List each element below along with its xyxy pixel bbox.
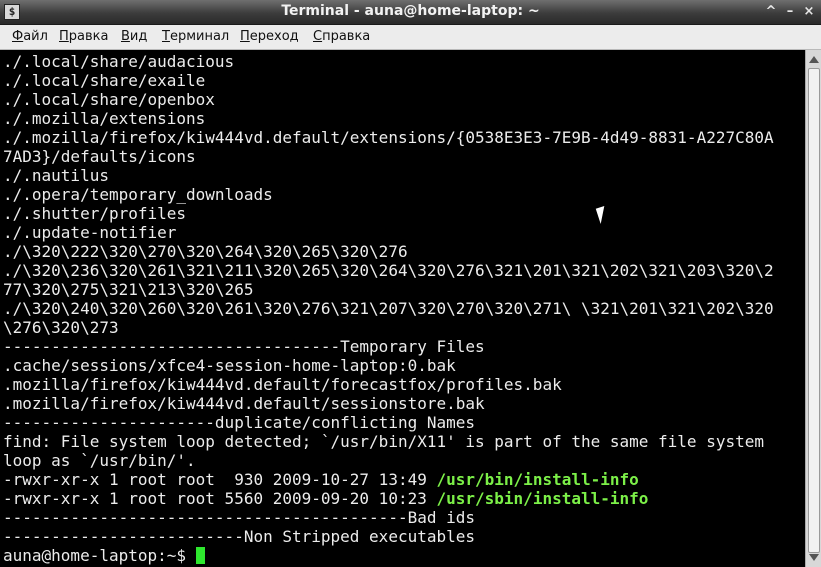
scrollbar-thumb[interactable]: [808, 68, 820, 553]
prompt-line[interactable]: auna@home-laptop:~$: [3, 546, 205, 565]
terminal-output[interactable]: ./.local/share/audacious ./.local/share/e…: [0, 50, 805, 567]
terminal-line: -------------------------Non Stripped ex…: [3, 527, 476, 546]
menu-bar: Файл Правка Вид Терминал Переход Справка: [0, 25, 821, 50]
terminal-window: $ Terminal - auna@home-laptop: ~ ^ – × Ф…: [0, 0, 821, 567]
terminal-line: ./\320\240\320\260\320\261\320\276\321\2…: [3, 299, 774, 318]
terminal-line: ./.local/share/openbox: [3, 90, 215, 109]
terminal-line: ./.local/share/exaile: [3, 71, 206, 90]
scroll-up-arrow-icon[interactable]: [809, 56, 819, 63]
terminal-line: loop as `/usr/bin/'.: [3, 451, 196, 470]
executable-path-link[interactable]: /usr/sbin/install-info: [436, 489, 648, 508]
window-title: Terminal - auna@home-laptop: ~: [281, 3, 540, 19]
shade-button[interactable]: ^: [762, 3, 780, 21]
terminal-line: ./\320\236\320\261\321\211\320\265\320\2…: [3, 261, 774, 280]
terminal-line: \276\320\273: [3, 318, 119, 337]
text-cursor: [195, 547, 205, 564]
terminal-line: -----------------------------------Tempo…: [3, 337, 485, 356]
terminal-line: ./\320\222\320\270\320\264\320\265\320\2…: [3, 242, 408, 261]
menu-file[interactable]: Файл: [12, 29, 48, 44]
menu-help[interactable]: Справка: [313, 29, 370, 44]
terminal-line: .mozilla/firefox/kiw444vd.default/foreca…: [3, 375, 562, 394]
terminal-line: ./.update-notifier: [3, 223, 177, 242]
terminal-line: ----------------------duplicate/conflict…: [3, 413, 476, 432]
terminal-line: 7AD3}/defaults/icons: [3, 147, 196, 166]
scroll-down-arrow-icon[interactable]: [809, 554, 819, 561]
title-bar[interactable]: $ Terminal - auna@home-laptop: ~ ^ – ×: [0, 0, 821, 25]
menu-go[interactable]: Переход: [240, 29, 299, 44]
menu-edit[interactable]: Правка: [59, 29, 108, 44]
menu-view[interactable]: Вид: [121, 29, 147, 44]
menu-terminal[interactable]: Терминал: [162, 29, 229, 44]
terminal-line: -rwxr-xr-x 1 root root 5560 2009-09-20 1…: [3, 489, 648, 508]
terminal-line: ./.opera/temporary_downloads: [3, 185, 273, 204]
terminal-line: find: File system loop detected; `/usr/b…: [3, 432, 764, 451]
terminal-line: 77\320\275\321\213\320\265: [3, 280, 254, 299]
close-button[interactable]: ×: [800, 3, 818, 21]
terminal-line: .mozilla/firefox/kiw444vd.default/sessio…: [3, 394, 485, 413]
executable-path-link[interactable]: /usr/bin/install-info: [436, 470, 638, 489]
terminal-line: ./.mozilla/firefox/kiw444vd.default/exte…: [3, 128, 774, 147]
terminal-line: -rwxr-xr-x 1 root root 930 2009-10-27 13…: [3, 470, 639, 489]
terminal-line: ----------------------------------------…: [3, 508, 476, 527]
terminal-line: .cache/sessions/xfce4-session-home-lapto…: [3, 356, 456, 375]
minimize-button[interactable]: –: [781, 3, 799, 21]
terminal-line: ./.nautilus: [3, 166, 109, 185]
terminal-line: ./.local/share/audacious: [3, 52, 235, 71]
terminal-line: ./.mozilla/extensions: [3, 109, 206, 128]
terminal-line: ./.shutter/profiles: [3, 204, 187, 223]
shell-prompt: auna@home-laptop:~$: [3, 546, 196, 565]
file-listing-prefix: -rwxr-xr-x 1 root root 5560 2009-09-20 1…: [3, 489, 437, 508]
vertical-scrollbar[interactable]: [805, 50, 821, 567]
file-listing-prefix: -rwxr-xr-x 1 root root 930 2009-10-27 13…: [3, 470, 437, 489]
